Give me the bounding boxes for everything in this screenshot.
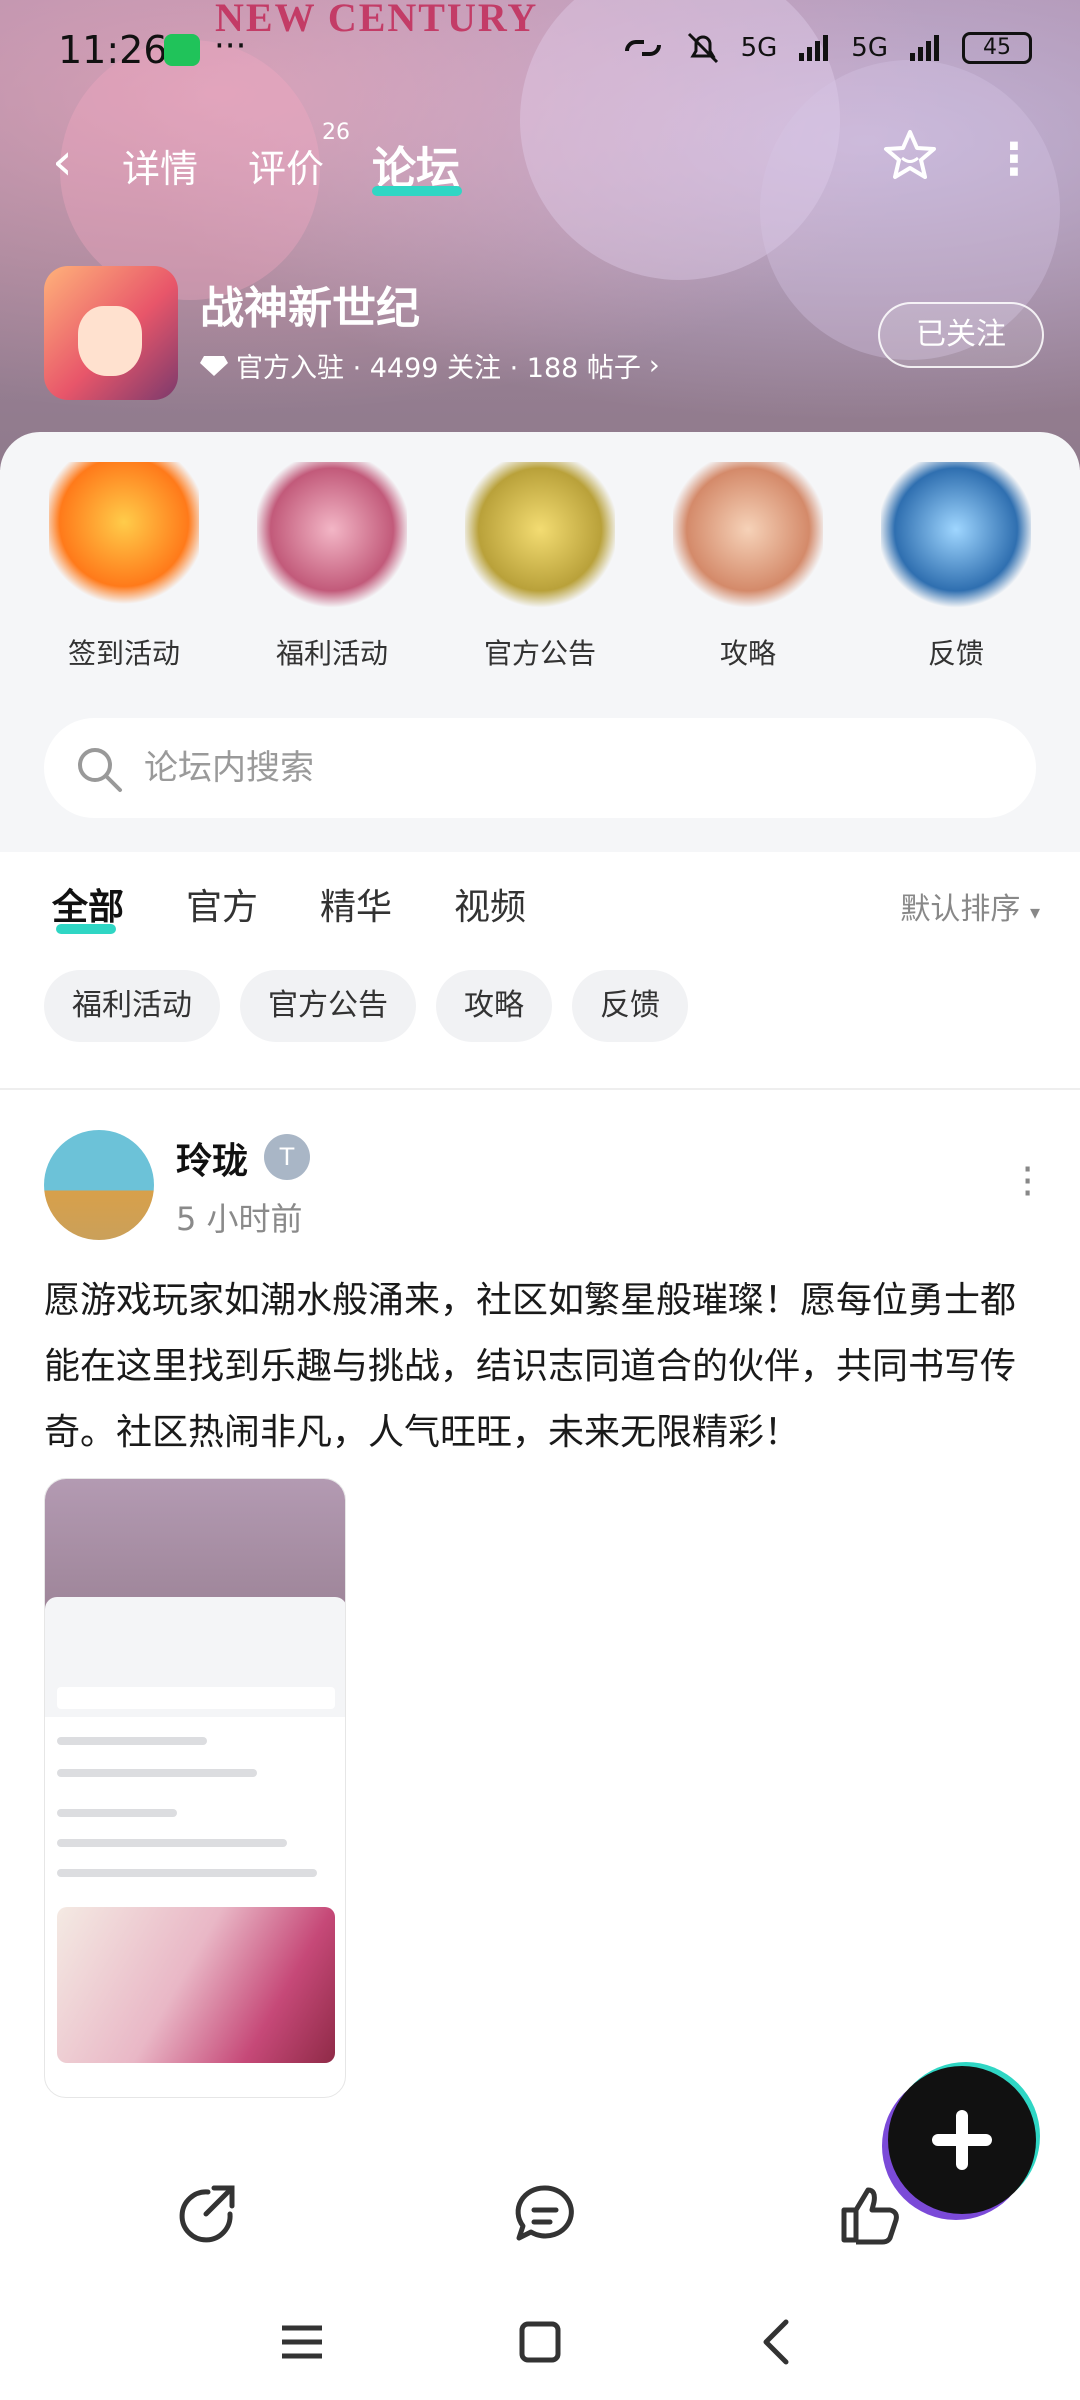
category-checkin[interactable]: 签到活动 bbox=[39, 462, 209, 672]
thumbnail-banner bbox=[45, 1479, 345, 1609]
favorite-star-icon[interactable] bbox=[880, 126, 940, 186]
like-icon[interactable] bbox=[836, 2180, 906, 2250]
comment-icon[interactable] bbox=[510, 2180, 580, 2250]
back-nav-icon[interactable] bbox=[750, 2314, 806, 2370]
game-meta-text: 官方入驻 · 4499 关注 · 188 帖子 bbox=[236, 353, 641, 384]
post-actions-bar bbox=[0, 2170, 1080, 2270]
category-label: 攻略 bbox=[719, 637, 776, 670]
game-header: 战神新世纪 官方入驻 · 4499 关注 · 188 帖子 › 已关注 bbox=[44, 266, 1044, 400]
author-name[interactable]: 玲珑 bbox=[176, 1132, 248, 1184]
thumbnail-search bbox=[57, 1687, 335, 1709]
search-icon bbox=[78, 748, 122, 792]
back-icon[interactable]: ‹ bbox=[52, 132, 73, 192]
category-announcement[interactable]: 官方公告 bbox=[455, 462, 625, 672]
share-icon[interactable] bbox=[172, 2180, 242, 2250]
status-time: 11:26 bbox=[58, 28, 168, 72]
category-label: 官方公告 bbox=[483, 637, 596, 670]
category-label: 反馈 bbox=[927, 637, 984, 670]
chip-announcement[interactable]: 官方公告 bbox=[240, 970, 416, 1042]
thumbnail-line bbox=[57, 1809, 177, 1817]
tab-details[interactable]: 详情 bbox=[122, 138, 198, 193]
signal-5g-label-2: 5G bbox=[851, 33, 888, 63]
section-divider bbox=[0, 1088, 1080, 1090]
thumbnail-line bbox=[57, 1769, 257, 1777]
more-options-icon[interactable]: ⋮ bbox=[992, 134, 1036, 185]
chevron-right-icon: › bbox=[648, 350, 660, 381]
forum-sheet: 签到活动 福利活动 官方公告 攻略 反馈 bbox=[0, 432, 1080, 852]
announcement-hero-icon bbox=[465, 462, 615, 612]
filter-tab-all[interactable]: 全部 bbox=[52, 878, 124, 930]
game-icon[interactable] bbox=[44, 266, 178, 400]
author-avatar[interactable] bbox=[44, 1130, 154, 1240]
feedback-hero-icon bbox=[881, 462, 1031, 612]
verified-badge-icon: T bbox=[264, 1134, 310, 1180]
caret-down-icon: ▾ bbox=[1029, 900, 1040, 924]
search-input[interactable] bbox=[144, 738, 944, 798]
status-icons: 5G 5G 45 bbox=[621, 30, 1032, 66]
topic-chips: 福利活动 官方公告 攻略 反馈 bbox=[44, 970, 688, 1042]
game-meta[interactable]: 官方入驻 · 4499 关注 · 188 帖子 › bbox=[200, 346, 660, 385]
filter-tab-featured[interactable]: 精华 bbox=[320, 878, 392, 930]
chip-guide[interactable]: 攻略 bbox=[436, 970, 552, 1042]
thumbnail-line bbox=[57, 1869, 317, 1877]
wechat-icon bbox=[164, 34, 200, 66]
filter-tabs: 全部 官方 精华 视频 默认排序 ▾ bbox=[0, 852, 1080, 952]
signal-icon bbox=[799, 35, 829, 61]
active-tab-indicator bbox=[372, 186, 462, 196]
chip-welfare[interactable]: 福利活动 bbox=[44, 970, 220, 1042]
filter-tab-video[interactable]: 视频 bbox=[454, 878, 526, 930]
category-guide[interactable]: 攻略 bbox=[663, 462, 833, 672]
system-navigation-bar bbox=[0, 2290, 1080, 2400]
category-row: 签到活动 福利活动 官方公告 攻略 反馈 bbox=[0, 462, 1080, 672]
guide-hero-icon bbox=[673, 462, 823, 612]
thumbnail-line bbox=[57, 1839, 287, 1847]
post-more-icon[interactable]: · · · bbox=[1021, 1150, 1034, 1214]
signal-icon-2 bbox=[910, 35, 939, 61]
thumbnail-line bbox=[57, 1737, 207, 1745]
category-feedback[interactable]: 反馈 bbox=[871, 462, 1041, 672]
diamond-icon bbox=[200, 355, 228, 376]
signal-5g-label: 5G bbox=[740, 33, 778, 63]
post-image-thumbnail[interactable] bbox=[44, 1478, 346, 2098]
menu-icon[interactable] bbox=[274, 2314, 330, 2370]
checkin-hero-icon bbox=[49, 462, 199, 612]
top-nav: ‹ 详情 评价 26 论坛 ⋮ bbox=[0, 120, 1080, 200]
sort-dropdown[interactable]: 默认排序 ▾ bbox=[900, 884, 1040, 928]
home-icon[interactable] bbox=[512, 2314, 568, 2370]
forum-search-bar[interactable] bbox=[44, 718, 1036, 818]
filter-tab-official[interactable]: 官方 bbox=[186, 878, 258, 930]
follow-button[interactable]: 已关注 bbox=[878, 302, 1044, 368]
game-name: 战神新世纪 bbox=[200, 283, 420, 334]
battery-indicator: 45 bbox=[962, 32, 1032, 64]
plus-icon-vertical bbox=[956, 2110, 968, 2170]
welfare-hero-icon bbox=[257, 462, 407, 612]
status-bar: 11:26 ··· 5G 5G 45 bbox=[0, 22, 1080, 82]
chip-feedback[interactable]: 反馈 bbox=[572, 970, 688, 1042]
more-notifications-icon: ··· bbox=[214, 26, 247, 66]
post-time: 5 小时前 bbox=[176, 1200, 303, 1238]
sort-label: 默认排序 bbox=[900, 892, 1021, 927]
thumbnail-game-art bbox=[57, 1907, 335, 2063]
link-icon bbox=[624, 40, 661, 56]
category-label: 福利活动 bbox=[275, 637, 388, 670]
category-welfare[interactable]: 福利活动 bbox=[247, 462, 417, 672]
reviews-count-badge: 26 bbox=[322, 120, 350, 145]
tab-reviews[interactable]: 评价 bbox=[248, 138, 324, 193]
post-body: 愿游戏玩家如潮水般涌来，社区如繁星般璀璨！愿每位勇士都能在这里找到乐趣与挑战，结… bbox=[44, 1280, 1017, 1453]
mute-bell-icon bbox=[687, 32, 718, 64]
filter-active-indicator bbox=[56, 924, 116, 934]
category-label: 签到活动 bbox=[67, 637, 180, 670]
